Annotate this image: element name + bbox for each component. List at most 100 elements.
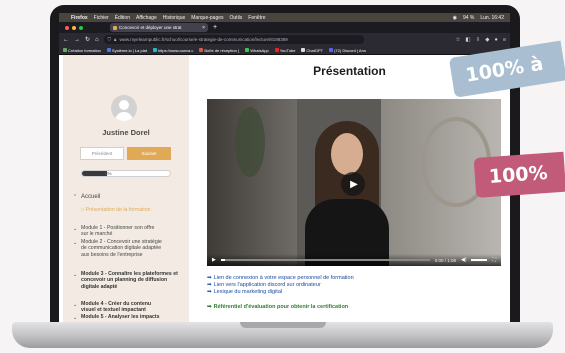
next-button[interactable]: Suivant — [127, 147, 171, 160]
menu-item-edition[interactable]: Édition — [115, 15, 130, 21]
menu-item-fichier[interactable]: Fichier — [94, 15, 109, 21]
sidebar-module-3[interactable]: Module 3 - Connaître les plateformes et … — [81, 271, 181, 290]
menu-item-affichage[interactable]: Affichage — [136, 15, 157, 21]
resource-link-label: Lien de connexion à votre espace personn… — [213, 275, 354, 281]
url-text: www.myelearnpublic.fr/school/course/e-st… — [119, 37, 288, 42]
tab-favicon-icon — [113, 25, 117, 30]
sidebar-module-4[interactable]: Module 4 - Créer du contenu visuel et te… — [81, 301, 165, 314]
course-sidebar: Justine Dorel Précédent Suivant 8% ⌃ Acc… — [63, 55, 189, 322]
new-tab-icon[interactable]: + — [213, 24, 217, 31]
bookmark-item[interactable]: ChatGPT — [301, 48, 323, 53]
shield-icon[interactable]: ⛉ — [108, 37, 111, 42]
extension-icon[interactable]: ◆ — [485, 37, 489, 43]
bookmark-favicon-icon — [199, 48, 204, 52]
resource-links: ➡ Lien de connexion à votre espace person… — [207, 275, 354, 295]
battery-label[interactable]: 94 % — [463, 15, 474, 21]
laptop-screen: Firefox Fichier Édition Affichage Histor… — [59, 13, 510, 322]
video-player[interactable]: ▶ ▶ 0:00 / 1:08 ◀) ⛶ — [207, 99, 501, 266]
bookmark-item[interactable]: WhatsApp — [245, 47, 269, 53]
bookmark-label: (72) Discord | Ann — [334, 47, 367, 53]
bookmark-favicon-icon — [152, 48, 157, 52]
volume-slider[interactable] — [471, 259, 488, 261]
resource-link[interactable]: ➡ Lien de connexion à votre espace person… — [207, 275, 354, 282]
volume-icon[interactable]: ◀) — [461, 257, 467, 263]
bookmark-favicon-icon — [274, 48, 279, 52]
certification-link[interactable]: ➡ Référentiel d'évaluation pour obtenir l… — [207, 304, 348, 310]
sidebar-module-5[interactable]: Module 5 - Analyser les impacts — [81, 314, 165, 320]
sidebar-home[interactable]: Accueil — [81, 194, 100, 200]
menu-app-name[interactable]: Firefox — [71, 15, 88, 21]
sidebar-current-lesson[interactable]: ○ Présentation de la formation — [81, 207, 181, 213]
bookmark-item[interactable]: Système.io | La plat — [106, 47, 147, 53]
tab-close-icon[interactable]: × — [202, 25, 205, 31]
sidebar-module-2[interactable]: Module 2 - Concevoir une stratégie de co… — [81, 239, 165, 258]
chevron-down-icon[interactable]: ⌄ — [73, 302, 77, 308]
resource-link[interactable]: ➡ Lien vers l'application discord sur ord… — [207, 282, 354, 289]
menu-icon[interactable]: ≡ — [503, 37, 506, 43]
wifi-icon[interactable]: ◉ — [453, 15, 457, 21]
play-small-icon[interactable]: ▶ — [212, 257, 216, 263]
forward-icon[interactable]: → — [74, 37, 80, 43]
window-minimize-icon[interactable] — [72, 25, 76, 30]
bookmark-favicon-icon — [106, 48, 111, 52]
bookmark-label: ChatGPT — [306, 47, 324, 53]
bookmark-favicon-icon — [63, 48, 67, 52]
video-seek-bar[interactable] — [220, 259, 430, 261]
resource-link-label: Lexique du marketing digital — [213, 288, 283, 295]
bookmark-label: Système.io | La plat — [111, 47, 147, 53]
downloads-icon[interactable]: ⇩ — [476, 37, 481, 43]
resource-link-label: Lien vers l'application discord sur ordi… — [213, 281, 321, 288]
chevron-down-icon[interactable]: ⌄ — [73, 315, 77, 321]
window-zoom-icon[interactable] — [79, 25, 83, 30]
account-icon[interactable]: ● — [494, 37, 497, 43]
reload-icon[interactable]: ↻ — [85, 36, 90, 43]
video-seek-played — [220, 259, 226, 261]
chevron-down-icon[interactable]: ⌄ — [73, 226, 77, 232]
promo-badge-pink: 100% — [473, 151, 565, 198]
course-progress-fill — [82, 171, 107, 176]
bookmark-star-icon[interactable]: ☆ — [455, 37, 460, 43]
home-icon[interactable]: ⌂ — [95, 37, 99, 43]
bookmark-item[interactable]: Création formation — [63, 48, 101, 53]
lock-icon[interactable]: 🔒︎ — [114, 37, 116, 42]
bookmarks-bar: Création formation Système.io | La plat … — [59, 46, 510, 55]
video-presenter-face — [331, 133, 363, 175]
arrow-right-icon: ➡ — [207, 288, 212, 295]
laptop-notch — [240, 322, 326, 328]
chevron-down-icon[interactable]: ⌄ — [73, 272, 77, 278]
user-name: Justine Dorel — [102, 128, 150, 137]
resource-link[interactable]: ➡ Lexique du marketing digital — [207, 289, 354, 296]
bookmark-label: Création formation — [68, 47, 101, 53]
video-time: 0:00 / 1:08 — [434, 257, 456, 263]
chevron-down-icon[interactable]: ⌄ — [73, 240, 77, 246]
video-plant — [235, 107, 265, 177]
menu-item-marque-pages[interactable]: Marque-pages — [191, 15, 223, 21]
bookmark-favicon-icon — [245, 48, 250, 52]
sidebar-module-1[interactable]: Module 1 - Positionner son offre sur le … — [81, 225, 161, 238]
url-bar[interactable]: ⛉ 🔒︎ www.myelearnpublic.fr/school/course… — [103, 35, 364, 44]
bookmark-item[interactable]: YouTube — [274, 48, 295, 53]
chevron-up-icon[interactable]: ⌃ — [73, 194, 77, 200]
avatar[interactable] — [111, 95, 137, 121]
bookmark-item[interactable]: Boîte de réception ( — [199, 48, 239, 53]
bookmark-favicon-icon — [301, 48, 306, 52]
bookmark-item[interactable]: https://www.canva.c — [152, 48, 193, 53]
mac-menubar: Firefox Fichier Édition Affichage Histor… — [59, 13, 510, 22]
window-close-icon[interactable] — [65, 25, 69, 30]
play-icon[interactable]: ▶ — [341, 172, 365, 196]
bookmark-label: WhatsApp — [250, 47, 269, 53]
previous-button[interactable]: Précédent — [80, 147, 124, 160]
tab-bar: Concevoir et déployer une strat × + — [59, 22, 510, 33]
bookmark-item[interactable]: (72) Discord | Ann — [329, 48, 366, 53]
fullscreen-icon[interactable]: ⛶ — [492, 257, 496, 263]
back-icon[interactable]: ← — [63, 37, 69, 43]
tab-active[interactable]: Concevoir et déployer une strat × — [110, 23, 208, 32]
arrow-right-icon: ➡ — [207, 275, 212, 281]
bookmark-label: Boîte de réception ( — [204, 47, 240, 53]
menu-item-fenetre[interactable]: Fenêtre — [248, 15, 265, 21]
bookmark-favicon-icon — [329, 48, 334, 52]
clock[interactable]: Lun. 16:42 — [480, 15, 504, 21]
menu-item-outils[interactable]: Outils — [230, 15, 243, 21]
pocket-icon[interactable]: ◧ — [465, 37, 470, 43]
menu-item-historique[interactable]: Historique — [163, 15, 186, 21]
